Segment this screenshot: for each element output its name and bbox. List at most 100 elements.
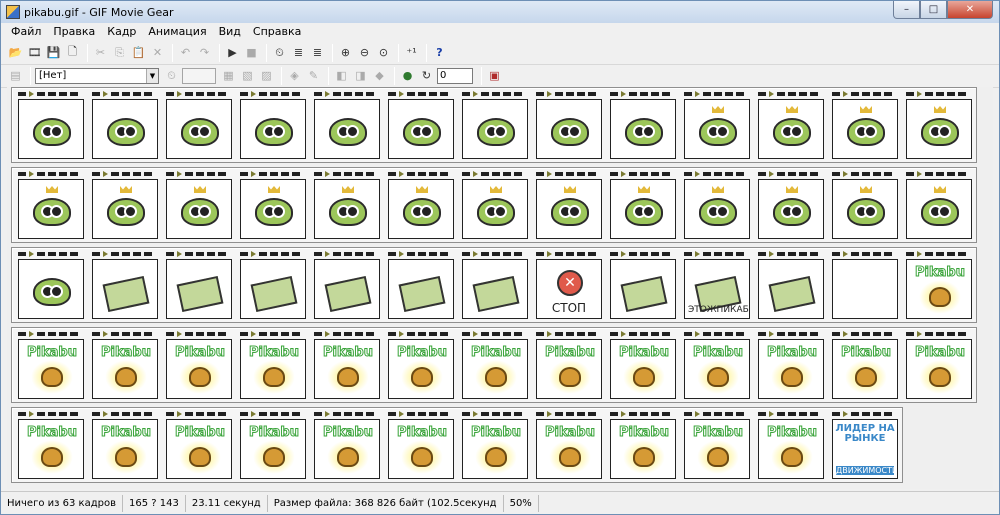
frame-thumbnail[interactable]	[606, 248, 680, 322]
frame-thumbnail[interactable]	[88, 248, 162, 322]
frame-thumbnail[interactable]	[828, 88, 902, 162]
frame-thumbnail[interactable]	[14, 168, 88, 242]
frame-thumbnail[interactable]	[458, 248, 532, 322]
frame-thumbnail[interactable]	[754, 168, 828, 242]
help-icon[interactable]: ?	[431, 44, 448, 61]
flip-icon[interactable]: ◆	[371, 67, 388, 84]
menu-edit[interactable]: Правка	[47, 23, 101, 41]
crop-icon[interactable]: ◧	[333, 67, 350, 84]
timer-icon[interactable]: ⏲	[271, 44, 288, 61]
frame-thumbnail[interactable]: Pikabu	[88, 328, 162, 402]
frame-thumbnail[interactable]: Pikabu	[236, 408, 310, 482]
frame-thumbnail[interactable]	[88, 88, 162, 162]
frame-thumbnail[interactable]	[162, 168, 236, 242]
film-icon[interactable]: 🎞	[26, 44, 43, 61]
frame-thumbnail[interactable]	[828, 248, 902, 322]
maximize-button[interactable]: □	[920, 1, 947, 19]
frame-count-icon[interactable]: ⁺¹	[403, 44, 420, 61]
palette-icon[interactable]: ▣	[486, 67, 503, 84]
cut-icon[interactable]: ✂	[92, 44, 109, 61]
frame-thumbnail[interactable]	[458, 168, 532, 242]
redo-icon[interactable]: ↷	[196, 44, 213, 61]
frame-thumbnail[interactable]	[88, 168, 162, 242]
frame-thumbnail[interactable]: Pikabu	[458, 408, 532, 482]
frame-thumbnail[interactable]: Pikabu	[606, 408, 680, 482]
copy-icon[interactable]: ⎘	[111, 44, 128, 61]
frame-thumbnail[interactable]: Pikabu	[88, 408, 162, 482]
palette-select[interactable]: [Нет] ▼	[35, 67, 159, 84]
frame-thumbnail[interactable]	[458, 88, 532, 162]
menu-frame[interactable]: Кадр	[101, 23, 142, 41]
frame-thumbnail[interactable]	[310, 88, 384, 162]
open-icon[interactable]: 📂	[7, 44, 24, 61]
zoom-out-icon[interactable]: ⊖	[356, 44, 373, 61]
frame-thumbnail[interactable]	[606, 168, 680, 242]
title-bar[interactable]: pikabu.gif - GIF Movie Gear – □ ✕	[1, 1, 999, 23]
frame-thumbnail[interactable]	[384, 88, 458, 162]
frame-thumbnail[interactable]: ЛИДЕР НА РЫНКЕ ДВИЖИМОСТИ	[828, 408, 902, 482]
frame-thumbnail[interactable]	[754, 248, 828, 322]
frame-thumbnail[interactable]: Pikabu	[532, 328, 606, 402]
frame-thumbnail[interactable]: Pikabu	[14, 328, 88, 402]
delay-field[interactable]	[182, 67, 216, 84]
frame-thumbnail[interactable]: Pikabu	[458, 328, 532, 402]
resize-icon[interactable]: ◨	[352, 67, 369, 84]
frame-thumbnail[interactable]: ЭТОЖПИКАБУ	[680, 248, 754, 322]
frame-thumbnail[interactable]: Pikabu	[310, 328, 384, 402]
frame-thumbnail[interactable]	[902, 168, 976, 242]
frame-thumbnail[interactable]	[902, 88, 976, 162]
frame-thumbnail[interactable]: Pikabu	[236, 328, 310, 402]
delay-icon[interactable]: ⏲	[163, 67, 180, 84]
new-icon[interactable]: 🗋	[64, 44, 81, 61]
film-edit-icon[interactable]: ≣	[290, 44, 307, 61]
frame-thumbnail[interactable]	[532, 168, 606, 242]
delete-icon[interactable]: ✕	[149, 44, 166, 61]
frame-thumbnail[interactable]	[14, 248, 88, 322]
frame-thumbnail[interactable]: Pikabu	[384, 408, 458, 482]
frame-thumbnail[interactable]	[754, 88, 828, 162]
frame-thumbnail[interactable]	[162, 88, 236, 162]
menu-view[interactable]: Вид	[213, 23, 247, 41]
menu-help[interactable]: Справка	[247, 23, 307, 41]
position-icon[interactable]: ▦	[220, 67, 237, 84]
frame-thumbnail[interactable]: Pikabu	[680, 328, 754, 402]
disposal-icon[interactable]: ▨	[258, 67, 275, 84]
frame-thumbnail[interactable]: Pikabu	[162, 408, 236, 482]
frame-thumbnail[interactable]: Pikabu	[606, 328, 680, 402]
frame-thumbnail[interactable]	[384, 168, 458, 242]
frame-thumbnail[interactable]: Pikabu	[384, 328, 458, 402]
color-icon[interactable]: ◈	[286, 67, 303, 84]
frame-thumbnail[interactable]: Pikabu	[902, 248, 976, 322]
app-icon[interactable]	[6, 5, 20, 19]
frame-thumbnail[interactable]: Pikabu	[828, 328, 902, 402]
close-button[interactable]: ✕	[947, 1, 993, 19]
frame-thumbnail[interactable]	[310, 168, 384, 242]
frame-thumbnail[interactable]	[680, 88, 754, 162]
frame-thumbnail[interactable]: Pikabu	[754, 408, 828, 482]
menu-animation[interactable]: Анимация	[142, 23, 212, 41]
chevron-down-icon[interactable]: ▼	[146, 68, 158, 83]
frame-thumbnail[interactable]	[310, 248, 384, 322]
frame-thumbnail[interactable]	[680, 168, 754, 242]
frame-thumbnail[interactable]: Pikabu	[680, 408, 754, 482]
frame-thumbnail[interactable]: Pikabu	[532, 408, 606, 482]
frame-thumbnail[interactable]	[532, 88, 606, 162]
frame-thumbnail[interactable]	[828, 168, 902, 242]
minimize-button[interactable]: –	[893, 1, 920, 19]
frame-thumbnail[interactable]	[14, 88, 88, 162]
transparency-icon[interactable]: ▧	[239, 67, 256, 84]
frame-thumbnail[interactable]	[162, 248, 236, 322]
frame-thumbnail[interactable]: Pikabu	[162, 328, 236, 402]
frame-thumbnail[interactable]	[236, 248, 310, 322]
frame-thumbnail[interactable]	[384, 248, 458, 322]
frame-thumbnail[interactable]: Pikabu	[902, 328, 976, 402]
zoom-fit-icon[interactable]: ⊙	[375, 44, 392, 61]
zoom-in-icon[interactable]: ⊕	[337, 44, 354, 61]
film-optimize-icon[interactable]: ≣	[309, 44, 326, 61]
frame-thumbnail[interactable]: Pikabu	[754, 328, 828, 402]
paste-icon[interactable]: 📋	[130, 44, 147, 61]
loop-icon[interactable]: ↻	[418, 67, 435, 84]
globe-icon[interactable]: ●	[399, 67, 416, 84]
loop-count-input[interactable]: 0	[437, 67, 473, 84]
frame-thumbnail[interactable]: Pikabu	[310, 408, 384, 482]
